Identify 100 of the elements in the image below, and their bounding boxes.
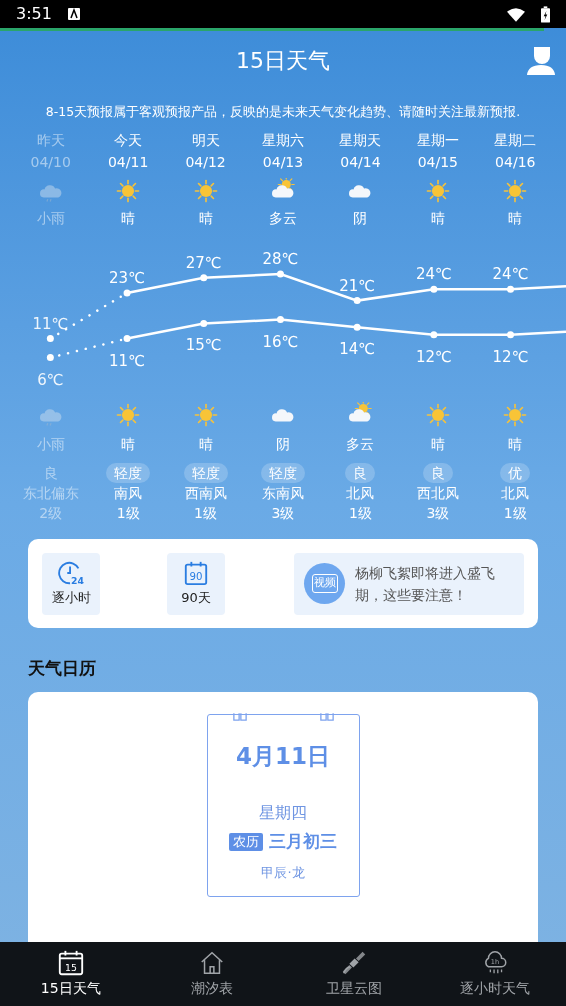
condition-label: 晴 xyxy=(198,435,213,454)
calendar-date: 4月11日 xyxy=(236,741,330,771)
data-point xyxy=(123,289,131,297)
data-point xyxy=(430,331,438,339)
temperature-label: 15℃ xyxy=(185,336,222,355)
sun-icon xyxy=(424,402,451,428)
video-badge: 视频 xyxy=(304,563,345,604)
wind-direction: 东北偏东 xyxy=(22,484,79,503)
temperature-label: 14℃ xyxy=(339,340,376,359)
shortcut-button[interactable]: 24 逐小时 xyxy=(42,552,100,615)
user-icon[interactable] xyxy=(526,44,556,76)
forecast-notice: 8-15天预报属于客观预报产品，反映的是未来天气变化趋势、请随时关注最新预报. xyxy=(44,103,522,121)
air-quality-tag: 良 xyxy=(345,463,376,483)
data-point xyxy=(200,319,208,327)
condition-label: 小雨 xyxy=(36,209,65,228)
data-point xyxy=(353,323,361,331)
condition-label: 晴 xyxy=(508,435,523,454)
section-title: 天气日历 xyxy=(28,657,97,680)
clock-time: 3:51 xyxy=(16,3,52,25)
temperature-label: 16℃ xyxy=(262,332,299,351)
sun-icon xyxy=(424,178,451,204)
air-quality-tag: 良 xyxy=(35,463,66,483)
sun-icon xyxy=(502,402,529,428)
weekday-label: 昨天 xyxy=(36,131,65,150)
condition-label: 阴 xyxy=(276,435,290,454)
sun-icon xyxy=(192,178,219,204)
wind-level: 1级 xyxy=(116,504,140,523)
condition-label: 晴 xyxy=(121,209,136,228)
lunar-date: 三月初三 xyxy=(269,830,337,853)
condition-label: 阴 xyxy=(353,209,368,228)
page-title: 15日天气 xyxy=(236,46,330,75)
condition-label: 多云 xyxy=(269,209,297,228)
temperature-label: 28℃ xyxy=(262,250,299,268)
sun-icon xyxy=(115,178,142,204)
nav-tab[interactable]: 卫星云图 xyxy=(283,942,425,1006)
nav-tab[interactable]: 15 15日天气 xyxy=(0,942,142,1006)
temperature-label: 11℃ xyxy=(109,351,145,370)
news-banner[interactable]: 视频 杨柳飞絮即将进入盛飞期，这些要注意！ xyxy=(294,552,524,615)
air-quality-tag: 轻度 xyxy=(106,463,151,483)
condition-label: 晴 xyxy=(121,435,136,454)
condition-label: 晴 xyxy=(198,209,213,228)
data-point xyxy=(507,331,515,339)
date-label: 04/14 xyxy=(340,153,381,172)
temperature-label: 23℃ xyxy=(109,269,145,287)
data-point xyxy=(123,335,131,343)
wind-level: 1级 xyxy=(348,504,372,523)
data-point xyxy=(200,274,208,282)
ganzhi-year: 甲辰·龙 xyxy=(261,863,305,882)
air-quality-tag: 轻度 xyxy=(183,463,228,483)
air-quality-tag: 良 xyxy=(422,463,453,483)
weekday-label: 星期六 xyxy=(262,131,304,150)
weekday-label: 明天 xyxy=(191,131,220,150)
data-point xyxy=(507,285,515,293)
date-label: 04/10 xyxy=(30,153,71,172)
wind-direction: 东南风 xyxy=(262,484,304,503)
condition-label: 晴 xyxy=(508,209,523,228)
date-label: 04/12 xyxy=(185,153,226,172)
wind-direction: 西南风 xyxy=(184,484,227,503)
data-point xyxy=(46,335,54,343)
temperature-label: 12℃ xyxy=(415,347,452,366)
calendar-weekday: 星期四 xyxy=(259,802,307,824)
wind-level: 2级 xyxy=(39,504,63,523)
temperature-label: 24℃ xyxy=(492,265,529,284)
sun-icon xyxy=(192,402,219,428)
weekday-label: 今天 xyxy=(114,131,143,150)
air-quality-tag: 轻度 xyxy=(261,463,305,483)
weekday-label: 星期一 xyxy=(416,131,459,150)
temperature-label: 21℃ xyxy=(339,276,376,295)
calendar-icon: 15 xyxy=(56,949,85,977)
condition-label: 晴 xyxy=(430,209,445,228)
wind-level: 1级 xyxy=(194,504,217,523)
nav-tab[interactable]: 潮汐表 xyxy=(141,942,283,1006)
wind-level: 3级 xyxy=(426,504,450,523)
date-label: 04/16 xyxy=(495,153,536,172)
temperature-label: 27℃ xyxy=(185,253,222,272)
date-label: 04/13 xyxy=(262,153,304,172)
data-point xyxy=(276,270,284,278)
condition-label: 小雨 xyxy=(36,435,65,454)
temperature-label: 12℃ xyxy=(492,347,529,366)
wind-direction: 北风 xyxy=(346,484,375,503)
temperature-label: 6℃ xyxy=(37,370,64,389)
lunar-tag: 农历 xyxy=(229,832,263,851)
condition-label: 晴 xyxy=(430,435,445,454)
temperature-label: 11℃ xyxy=(32,314,69,333)
shortcut-button[interactable]: 90 90天 xyxy=(167,552,225,615)
weekday-label: 星期二 xyxy=(494,131,537,150)
data-point xyxy=(353,297,361,305)
temperature-label: 24℃ xyxy=(415,265,452,284)
weekday-label: 星期天 xyxy=(339,131,382,150)
data-point xyxy=(430,285,438,293)
wifi-icon xyxy=(507,6,525,22)
wind-direction: 南风 xyxy=(114,484,143,503)
wind-direction: 西北风 xyxy=(416,484,459,503)
data-point xyxy=(46,354,54,362)
condition-label: 多云 xyxy=(346,435,375,454)
data-point xyxy=(276,316,284,324)
battery-icon xyxy=(541,5,550,23)
sun-icon xyxy=(115,402,142,428)
wind-direction: 北风 xyxy=(501,484,530,503)
notification-icon xyxy=(67,8,80,20)
